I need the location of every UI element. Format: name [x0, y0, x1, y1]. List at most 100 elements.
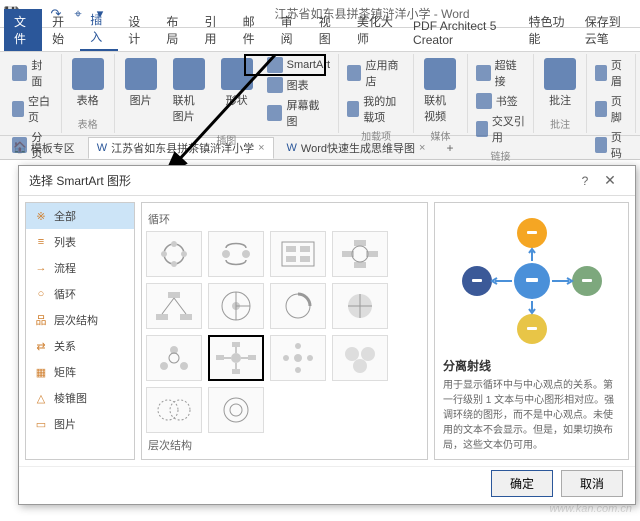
pagenum-icon [595, 137, 607, 153]
layout-thumb[interactable] [208, 231, 264, 277]
ribbon-group-links: 超链接 书签 交叉引用 链接 [468, 54, 534, 133]
layout-thumb[interactable] [208, 387, 264, 433]
cover-page-button[interactable]: 封面 [8, 56, 57, 90]
tab-cloud[interactable]: 保存到云笔 [575, 9, 640, 51]
preview-image [443, 211, 620, 351]
layout-thumb-diverging-radial[interactable] [208, 335, 264, 381]
footer-icon [595, 101, 607, 117]
tab-beautify[interactable]: 美化大师 [347, 9, 403, 51]
process-icon: → [34, 261, 48, 275]
online-picture-icon [173, 58, 205, 90]
online-video-button[interactable]: 联机视频 [418, 56, 463, 126]
screenshot-icon [267, 105, 283, 121]
ribbon-group-illustrations: 图片 联机图片 形状 SmartArt 图表 屏幕截图 插图 [115, 54, 339, 133]
dialog-body: ※全部 ≡列表 →流程 ○循环 品层次结构 ⇄关系 ▦矩阵 △棱锥图 ▭图片 循… [19, 196, 635, 466]
chart-icon [267, 77, 283, 93]
shapes-button[interactable]: 形状 [215, 56, 259, 130]
comment-icon [544, 58, 576, 90]
cancel-button[interactable]: 取消 [561, 470, 623, 497]
tab-pdf[interactable]: PDF Architect 5 Creator [403, 15, 519, 51]
close-button[interactable]: ✕ [595, 172, 625, 189]
category-matrix[interactable]: ▦矩阵 [26, 359, 134, 385]
tab-review[interactable]: 审阅 [271, 9, 309, 51]
pagenum-button[interactable]: 页码 [591, 128, 631, 162]
chart-button[interactable]: 图表 [263, 76, 334, 94]
tab-file[interactable]: 文件 [4, 9, 42, 51]
ribbon-group-comments: 批注 批注 [534, 54, 587, 133]
tab-design[interactable]: 设计 [118, 9, 156, 51]
table-button[interactable]: 表格 [66, 56, 110, 114]
header-icon [595, 65, 607, 81]
close-icon[interactable]: × [419, 142, 425, 154]
all-icon: ※ [34, 209, 48, 223]
tab-view[interactable]: 视图 [309, 9, 347, 51]
category-hierarchy[interactable]: 品层次结构 [26, 307, 134, 333]
page-icon [12, 65, 27, 81]
comment-button[interactable]: 批注 [538, 56, 582, 114]
tab-mail[interactable]: 邮件 [233, 9, 271, 51]
hyperlink-button[interactable]: 超链接 [472, 56, 529, 90]
layout-thumb[interactable] [270, 231, 326, 277]
layout-thumb[interactable] [146, 335, 202, 381]
header-button[interactable]: 页眉 [591, 56, 631, 90]
category-picture[interactable]: ▭图片 [26, 411, 134, 437]
layout-thumb[interactable] [270, 335, 326, 381]
word-icon: W [97, 142, 107, 154]
preview-pane: 分离射线 用于显示循环中与中心观点的关系。第一行级别 1 文本与中心图形相对应。… [434, 202, 629, 460]
help-button[interactable]: ? [575, 174, 595, 188]
my-addins-button[interactable]: 我的加载项 [343, 92, 409, 126]
ribbon: 封面 空白页 分页 页面 表格 表格 图片 联机图片 形状 SmartArt 图… [0, 52, 640, 136]
addin-icon [347, 101, 359, 117]
category-list-type[interactable]: ≡列表 [26, 229, 134, 255]
category-all[interactable]: ※全部 [26, 203, 134, 229]
crossref-button[interactable]: 交叉引用 [472, 112, 529, 146]
category-process[interactable]: →流程 [26, 255, 134, 281]
page-break-button[interactable]: 分页 [8, 128, 57, 162]
online-picture-button[interactable]: 联机图片 [167, 56, 211, 130]
layout-thumb[interactable] [208, 283, 264, 329]
smartart-button[interactable]: SmartArt [263, 56, 334, 74]
ribbon-tabs: 文件 开始 插入 设计 布局 引用 邮件 审阅 视图 美化大师 PDF Arch… [0, 28, 640, 52]
ribbon-group-media: 联机视频 媒体 [414, 54, 468, 133]
screenshot-button[interactable]: 屏幕截图 [263, 96, 334, 130]
blank-page-button[interactable]: 空白页 [8, 92, 57, 126]
bookmark-button[interactable]: 书签 [472, 92, 529, 110]
dialog-buttons: 确定 取消 [19, 466, 635, 500]
footer-button[interactable]: 页脚 [591, 92, 631, 126]
shapes-icon [221, 58, 253, 90]
section-hierarchy: 层次结构 [146, 433, 423, 457]
layout-thumb[interactable] [146, 283, 202, 329]
layout-pane[interactable]: 循环 层次结构 [141, 202, 428, 460]
tab-references[interactable]: 引用 [194, 9, 232, 51]
crossref-icon [476, 121, 488, 137]
smartart-icon [267, 57, 283, 73]
layout-thumb[interactable] [332, 283, 388, 329]
ok-button[interactable]: 确定 [491, 470, 553, 497]
tab-features[interactable]: 特色功能 [519, 9, 575, 51]
ribbon-group-pages: 封面 空白页 分页 页面 [4, 54, 62, 133]
tab-layout[interactable]: 布局 [156, 9, 194, 51]
category-pyramid[interactable]: △棱锥图 [26, 385, 134, 411]
category-relationship[interactable]: ⇄关系 [26, 333, 134, 359]
store-icon [347, 65, 361, 81]
thumb-grid-cycle [146, 231, 423, 433]
category-cycle[interactable]: ○循环 [26, 281, 134, 307]
tab-home[interactable]: 开始 [42, 9, 80, 51]
bookmark-icon [476, 93, 492, 109]
layout-thumb[interactable] [332, 335, 388, 381]
group-label: 表格 [66, 114, 110, 131]
layout-thumb[interactable] [146, 387, 202, 433]
layout-thumb[interactable] [146, 231, 202, 277]
group-label: 加载项 [343, 126, 409, 143]
ribbon-group-headerfooter: 页眉 页脚 页码 页眉和页脚 [587, 54, 636, 133]
layout-thumb[interactable] [332, 231, 388, 277]
hierarchy-icon: 品 [34, 313, 48, 327]
watermark: www.kan.com.cn [549, 503, 632, 515]
list-icon: ≡ [34, 235, 48, 249]
dialog-titlebar: 选择 SmartArt 图形 ? ✕ [19, 166, 635, 196]
preview-description: 用于显示循环中与中心观点的关系。第一行级别 1 文本与中心图形相对应。强调环绕的… [443, 378, 620, 453]
picture-button[interactable]: 图片 [119, 56, 163, 130]
layout-thumb[interactable] [270, 283, 326, 329]
appstore-button[interactable]: 应用商店 [343, 56, 409, 90]
tab-insert[interactable]: 插入 [80, 7, 118, 51]
